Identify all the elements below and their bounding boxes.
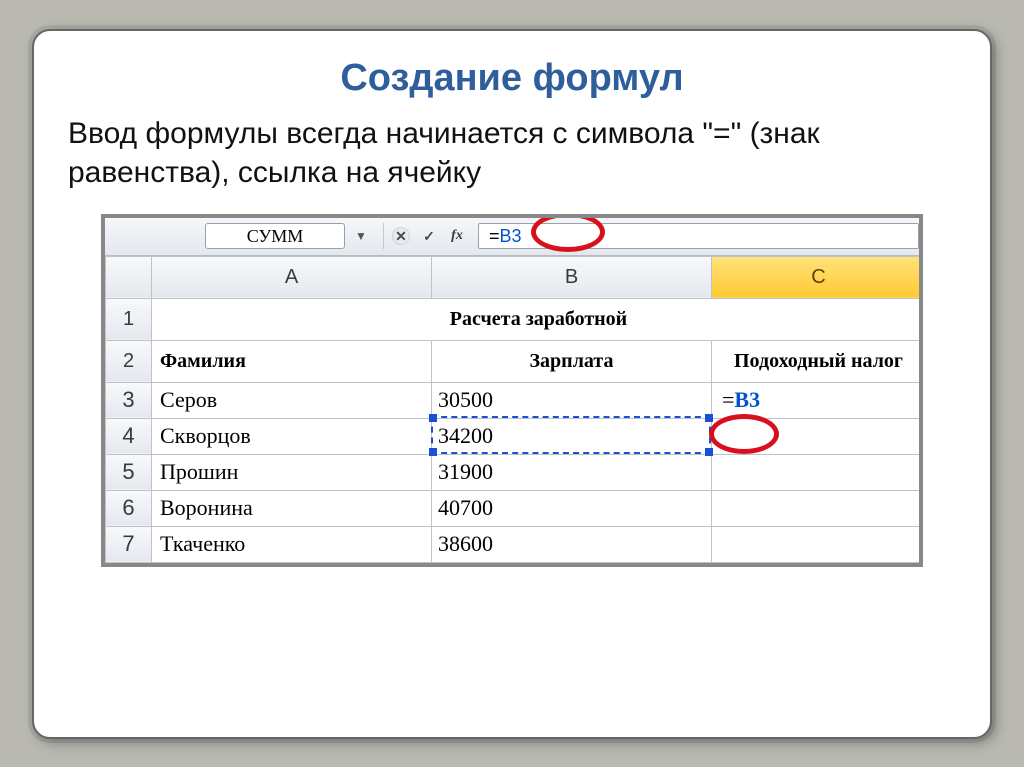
cell-a7[interactable]: Ткаченко [152,526,432,562]
cell-label-a[interactable]: Фамилия [152,340,432,382]
cell-c3-reference: B3 [734,387,760,412]
screenshot-frame: СУММ ▼ ✕ ✓ fx =B3 [101,214,923,567]
column-header-b[interactable]: B [432,256,712,298]
cancel-formula-icon[interactable]: ✕ [392,227,410,245]
slide-frame: Создание формул Ввод формулы всегда начи… [32,29,992,739]
name-box[interactable]: СУММ [205,223,345,249]
cell-c5[interactable] [712,454,920,490]
formula-bar: СУММ ▼ ✕ ✓ fx =B3 [105,218,919,256]
row-header-4[interactable]: 4 [106,418,152,454]
cell-a4[interactable]: Скворцов [152,418,432,454]
row-header-6[interactable]: 6 [106,490,152,526]
cell-a3[interactable]: Серов [152,382,432,418]
spreadsheet-grid-wrap: A B C 1 Расчета заработной 2 Фамилия Зар… [105,256,919,563]
cell-label-b[interactable]: Зарплата [432,340,712,382]
name-box-dropdown-icon[interactable]: ▼ [347,229,375,243]
cell-b6[interactable]: 40700 [432,490,712,526]
cell-b5[interactable]: 31900 [432,454,712,490]
column-header-c[interactable]: C [712,256,920,298]
enter-formula-icon[interactable]: ✓ [420,227,438,245]
row-header-1[interactable]: 1 [106,298,152,340]
formula-bar-buttons: ✕ ✓ fx [383,223,474,249]
fx-icon[interactable]: fx [448,227,466,245]
cell-b3[interactable]: 30500 [432,382,712,418]
cell-a5[interactable]: Прошин [152,454,432,490]
cell-title[interactable]: Расчета заработной [152,298,920,340]
excel-screenshot: СУММ ▼ ✕ ✓ fx =B3 [105,218,919,563]
cell-label-c[interactable]: Подоходный налог [712,340,920,382]
cell-b4[interactable]: 34200 [432,418,712,454]
row-header-2[interactable]: 2 [106,340,152,382]
cell-c3[interactable]: =B3 [712,382,920,418]
select-all-corner[interactable] [106,256,152,298]
formula-input[interactable]: =B3 [478,223,919,249]
row-header-3[interactable]: 3 [106,382,152,418]
spreadsheet-grid[interactable]: A B C 1 Расчета заработной 2 Фамилия Зар… [105,256,919,563]
cell-b7[interactable]: 38600 [432,526,712,562]
row-header-5[interactable]: 5 [106,454,152,490]
cell-c4[interactable] [712,418,920,454]
slide-title: Создание формул [68,57,956,100]
slide-intro: Ввод формулы всегда начинается с символа… [68,114,956,192]
column-header-a[interactable]: A [152,256,432,298]
cell-a6[interactable]: Воронина [152,490,432,526]
formula-equals: = [489,226,500,247]
cell-c6[interactable] [712,490,920,526]
formula-reference: B3 [500,226,522,247]
cell-c3-equals: = [722,387,734,412]
cell-c7[interactable] [712,526,920,562]
row-header-7[interactable]: 7 [106,526,152,562]
